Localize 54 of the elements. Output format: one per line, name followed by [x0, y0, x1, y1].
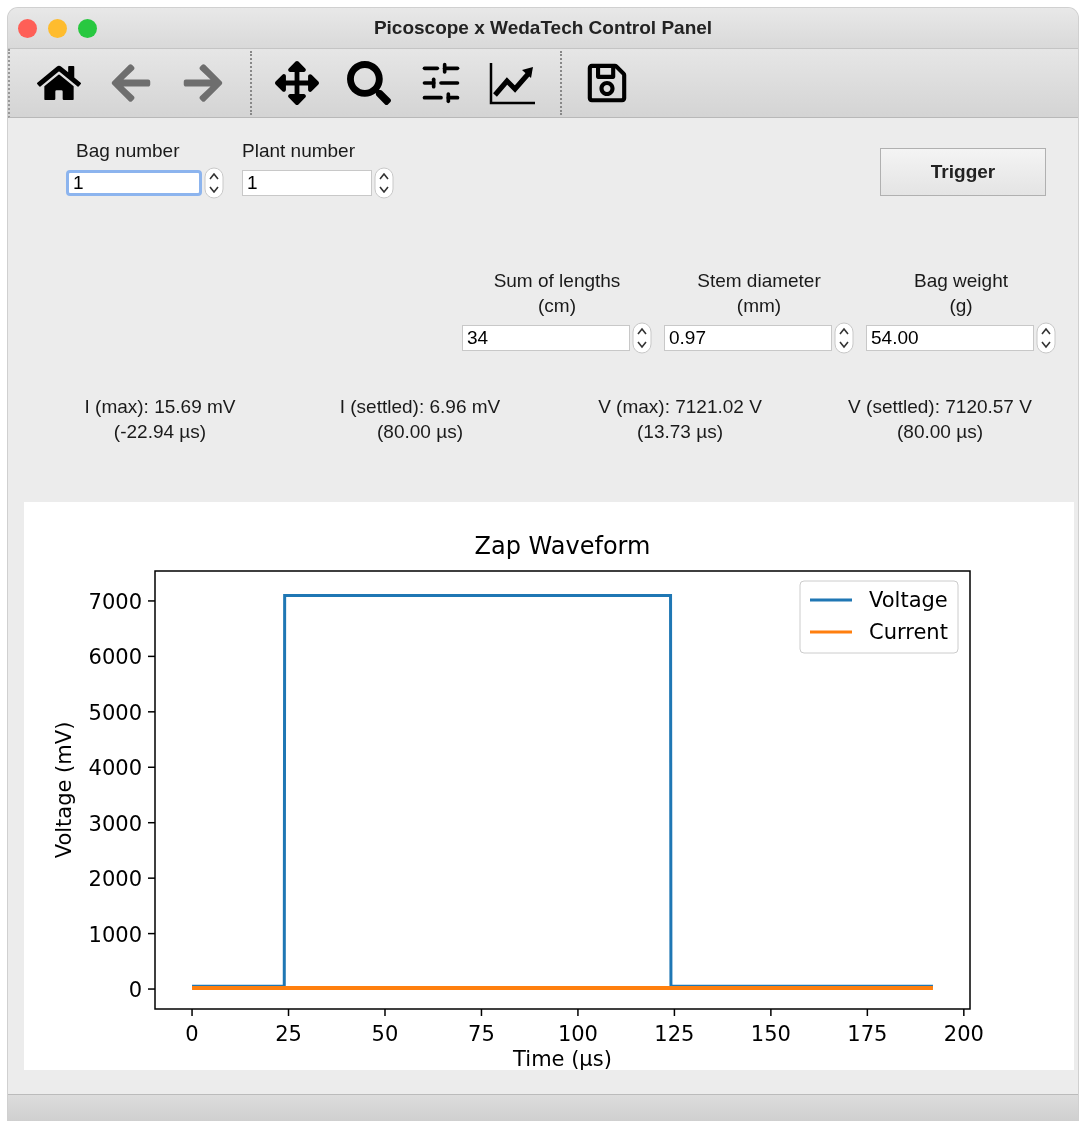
x-tick-label: 200 [943, 1022, 984, 1046]
legend-label: Voltage [869, 588, 948, 612]
reading-value: V (settled): 7120.57 V [848, 395, 1032, 419]
stepper-icon[interactable] [204, 167, 224, 199]
y-tick-label: 7000 [88, 589, 142, 614]
stepper-icon[interactable] [374, 167, 394, 199]
window-title: Picoscope x WedaTech Control Panel [373, 17, 713, 39]
spin-field[interactable]: 1 [66, 170, 202, 196]
spin-field[interactable]: 0.97 [664, 325, 832, 351]
y-tick-label: 1000 [88, 922, 142, 947]
unit-label: (mm) [736, 294, 782, 318]
trigger-button[interactable]: Trigger [880, 148, 1046, 196]
y-tick-label: 0 [128, 978, 142, 1003]
y-axis-label: Voltage (mV) [52, 721, 76, 859]
y-tick-label: 5000 [88, 700, 142, 725]
y-tick-label: 6000 [88, 645, 142, 670]
legend-swatch [810, 630, 852, 634]
move-icon[interactable] [272, 58, 322, 108]
x-tick-label: 50 [371, 1022, 399, 1046]
chart-title: Zap Waveform [474, 532, 651, 560]
reading-time: (-22.94 µs) [113, 420, 207, 444]
reading-value: I (settled): 6.96 mV [339, 395, 501, 419]
spin-field[interactable]: 1 [242, 170, 372, 196]
reading-value: I (max): 15.69 mV [84, 395, 236, 419]
stepper-icon[interactable] [834, 322, 854, 354]
field-label: Plant number [242, 139, 355, 163]
unit-label: (cm) [538, 294, 576, 318]
stepper-icon[interactable] [632, 322, 652, 354]
stepper-icon[interactable] [1036, 322, 1056, 354]
y-tick-label: 3000 [88, 811, 142, 836]
field-label: Sum of lengths [493, 269, 621, 293]
search-icon[interactable] [344, 58, 394, 108]
field-label: Bag weight [914, 269, 1008, 293]
x-tick-label: 125 [654, 1022, 695, 1046]
y-tick-label: 2000 [88, 867, 142, 892]
y-tick-label: 4000 [88, 756, 142, 781]
spin-field[interactable]: 54.00 [866, 325, 1034, 351]
unit-label: (g) [949, 294, 973, 318]
x-tick-label: 100 [557, 1022, 598, 1046]
x-tick-label: 75 [468, 1022, 495, 1046]
x-tick-label: 0 [185, 1022, 199, 1046]
reading-value: V (max): 7121.02 V [598, 395, 762, 419]
x-tick-label: 25 [275, 1022, 302, 1046]
legend-swatch [810, 598, 852, 602]
x-tick-label: 175 [847, 1022, 888, 1046]
x-axis-label: Time (µs) [513, 1047, 612, 1070]
reading-time: (13.73 µs) [637, 420, 723, 444]
legend-label: Current [869, 620, 948, 644]
spin-field[interactable]: 34 [462, 325, 630, 351]
field-label: Bag number [76, 139, 180, 163]
x-tick-label: 150 [750, 1022, 791, 1046]
field-label: Stem diameter [697, 269, 821, 293]
reading-time: (80.00 µs) [897, 420, 983, 444]
reading-time: (80.00 µs) [377, 420, 463, 444]
